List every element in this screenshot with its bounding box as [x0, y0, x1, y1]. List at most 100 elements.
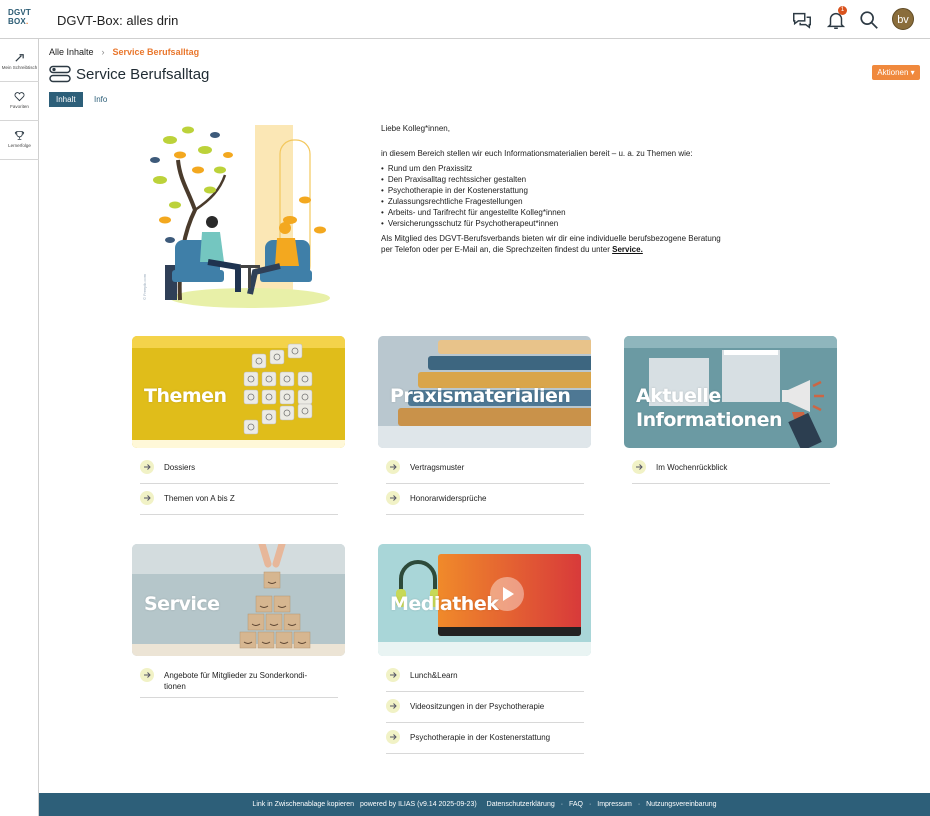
list-item[interactable]: Psychotherapie in der Kostenerstattung	[386, 723, 584, 754]
link-label-line-2: tionen	[164, 682, 186, 691]
tile-praxismaterialien: Praxismaterialien Vertragsmuster Honorar…	[378, 336, 591, 515]
actions-label: Aktionen	[877, 68, 909, 77]
intro-closing-text: Als Mitglied des DGVT-Berufsverbands bie…	[381, 234, 721, 254]
service-category-icon	[49, 65, 71, 83]
tile-label-line-1: Aktuelle	[636, 385, 721, 407]
sidebar-item-label: Mein Schreibtisch	[1, 65, 38, 70]
list-item[interactable]: Lunch&Learn	[386, 661, 584, 692]
breadcrumb-current[interactable]: Service Berufsalltag	[113, 47, 200, 57]
tile-themen-label: Themen	[144, 385, 227, 407]
link-label: Im Wochenrückblick	[656, 463, 728, 472]
list-item[interactable]: Honorarwidersprüche	[386, 484, 584, 515]
notification-badge: 1	[838, 6, 847, 15]
list-item[interactable]: Dossiers	[140, 453, 338, 484]
footer-separator: ·	[588, 801, 592, 808]
service-link[interactable]: Service.	[612, 245, 643, 254]
link-label: Themen von A bis Z	[164, 494, 235, 503]
search-icon[interactable]	[858, 9, 880, 31]
desk-icon	[15, 54, 24, 62]
list-item[interactable]: Videositzungen in der Psychotherapie	[386, 692, 584, 723]
tile-aktuelle-image[interactable]: Aktuelle Informationen	[624, 336, 837, 448]
link-label: Honorarwidersprüche	[410, 494, 487, 503]
sidebar-item-label: Favoriten	[10, 104, 29, 109]
topic-list-item: Den Praxisalltag rechtssicher gestalten	[381, 174, 721, 185]
tile-band	[378, 642, 591, 656]
book-shape	[438, 340, 591, 354]
tab-info[interactable]: Info	[87, 92, 114, 107]
desk-surface	[378, 426, 591, 448]
tile-themen-image[interactable]: Themen	[132, 336, 345, 448]
dice-graphic	[243, 343, 313, 435]
sidebar-item-label: Lernerfolge	[8, 143, 31, 148]
arrow-right-icon	[386, 730, 400, 744]
sidebar-item-achievements[interactable]: Lernerfolge	[0, 122, 39, 160]
tile-mediathek-image[interactable]: Mediathek	[378, 544, 591, 656]
list-item[interactable]: Angebote für Mitglieder zu Sonderkondi-t…	[140, 661, 338, 698]
book-shape	[428, 356, 591, 370]
intro-lead: in diesem Bereich stellen wir euch Infor…	[381, 149, 693, 158]
tile-praxismaterialien-image[interactable]: Praxismaterialien	[378, 336, 591, 448]
list-item[interactable]: Vertragsmuster	[386, 453, 584, 484]
video-controls	[438, 627, 581, 636]
illustration-credit: © Freepik.com	[142, 273, 147, 300]
footer-imprint-link[interactable]: Impressum	[597, 801, 632, 808]
link-label: Angebote für Mitglieder zu Sonderkondi-t…	[164, 670, 307, 692]
link-label: Dossiers	[164, 463, 196, 472]
breadcrumb: Alle Inhalte › Service Berufsalltag	[49, 47, 199, 57]
smiley-blocks-graphic	[239, 544, 311, 649]
tab-content[interactable]: Inhalt	[49, 92, 83, 107]
dgvt-box-logo[interactable]: DGVT BOX.	[8, 8, 34, 28]
tile-service: Service Angebote für Mitglieder zu Sonde…	[132, 544, 345, 698]
list-item[interactable]: Im Wochenrückblick	[632, 453, 830, 484]
tile-band	[132, 440, 345, 448]
book-shape	[398, 408, 591, 426]
tile-service-label: Service	[144, 593, 220, 615]
topic-list-item: Versicherungsschutz für Psychotherapeut*…	[381, 218, 721, 229]
breadcrumb-root[interactable]: Alle Inhalte	[49, 47, 94, 57]
footer-separator: ·	[637, 801, 641, 808]
footer-copy-link[interactable]: Link in Zwischenablage kopieren	[252, 801, 354, 808]
footer-faq-link[interactable]: FAQ	[569, 801, 583, 808]
arrow-right-icon	[386, 699, 400, 713]
link-label: Lunch&Learn	[410, 671, 458, 680]
bell-icon[interactable]: 1	[825, 6, 847, 31]
link-label: Videositzungen in der Psychotherapie	[410, 702, 545, 711]
arrow-right-icon	[386, 460, 400, 474]
topic-list: Rund um den Praxissitz Den Praxisalltag …	[381, 163, 721, 229]
tile-themen: Themen Dossiers Themen von A bis Z	[132, 336, 345, 515]
arrow-right-icon	[140, 491, 154, 505]
chevron-right-icon: ›	[101, 47, 105, 57]
logo-line-2: BOX	[8, 17, 26, 26]
tile-aktuelle-informationen: Aktuelle Informationen Im Wochenrückblick	[624, 336, 837, 484]
tile-praxismaterialien-label: Praxismaterialien	[390, 385, 571, 407]
top-header: DGVT BOX. DGVT-Box: alles drin 1 bv	[0, 0, 930, 39]
chat-icon[interactable]	[791, 9, 813, 31]
arrow-right-icon	[632, 460, 646, 474]
sidebar-item-favorites[interactable]: Favoriten	[0, 83, 39, 121]
tile-service-links: Angebote für Mitglieder zu Sonderkondi-t…	[140, 661, 338, 698]
link-label: Vertragsmuster	[410, 463, 465, 472]
intro-text: Liebe Kolleg*innen, in diesem Bereich st…	[381, 123, 721, 265]
footer-terms-link[interactable]: Nutzungsvereinbarung	[646, 801, 716, 808]
user-avatar[interactable]: bv	[892, 8, 914, 30]
paper-sheet	[724, 350, 778, 355]
footer-separator: ·	[560, 801, 564, 808]
topic-list-item: Psychotherapie in der Kostenerstattung	[381, 185, 721, 196]
tile-mediathek: Mediathek Lunch&Learn Videositzungen in …	[378, 544, 591, 754]
tile-service-image[interactable]: Service	[132, 544, 345, 656]
footer-powered-by: powered by ILIAS (v9.14 2025-09-23)	[359, 801, 477, 808]
arrow-right-icon	[386, 668, 400, 682]
link-label: Psychotherapie in der Kostenerstattung	[410, 733, 551, 742]
tile-themen-links: Dossiers Themen von A bis Z	[140, 453, 338, 515]
actions-dropdown-button[interactable]: Aktionen ▾	[872, 65, 920, 80]
tile-mediathek-links: Lunch&Learn Videositzungen in der Psycho…	[386, 661, 584, 754]
logo-line-1: DGVT	[8, 8, 32, 17]
topic-list-item: Zulassungsrechtliche Fragestellungen	[381, 196, 721, 207]
sidebar: Mein Schreibtisch Favoriten Lernerfolge	[0, 39, 39, 816]
logo-dot: .	[25, 17, 29, 26]
sidebar-item-desk[interactable]: Mein Schreibtisch	[0, 44, 39, 82]
tile-label-line-2: Informationen	[636, 409, 783, 431]
list-item[interactable]: Themen von A bis Z	[140, 484, 338, 515]
app-title: DGVT-Box: alles drin	[57, 13, 179, 28]
footer-privacy-link[interactable]: Datenschutzerklärung	[487, 801, 555, 808]
